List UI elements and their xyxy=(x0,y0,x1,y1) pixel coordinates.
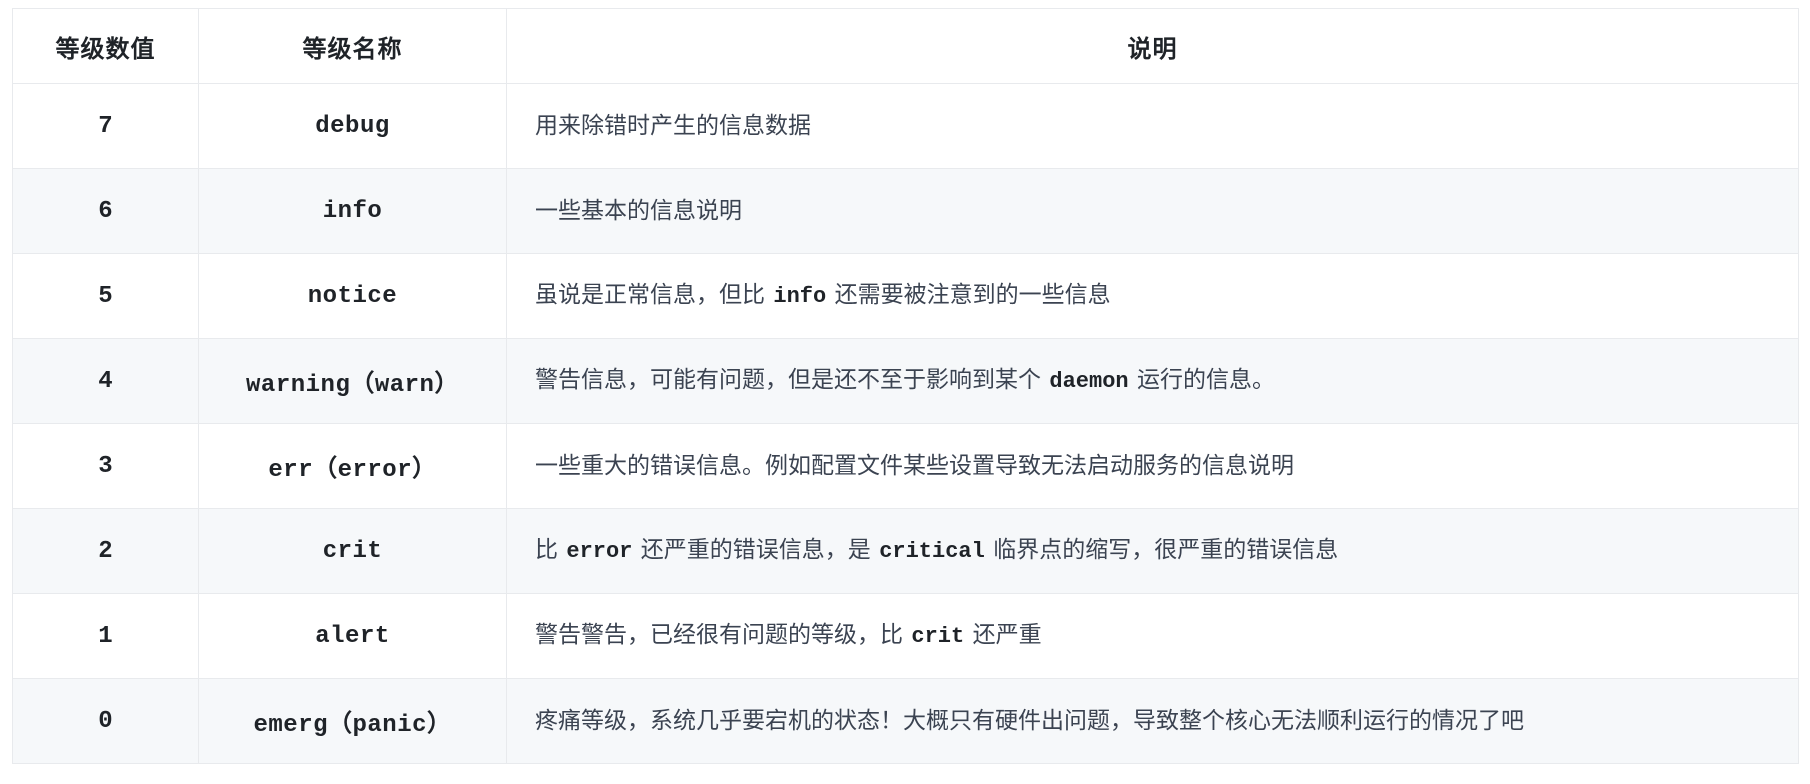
description-text: 运行的信息。 xyxy=(1130,366,1275,393)
cell-description: 用来除错时产生的信息数据 xyxy=(506,83,1799,169)
table-row: 7 debug 用来除错时产生的信息数据 xyxy=(12,83,1799,169)
cell-description: 警告警告，已经很有问题的等级，比 crit 还严重 xyxy=(506,593,1799,679)
cell-description: 比 error 还严重的错误信息，是 critical 临界点的缩写，很严重的错… xyxy=(506,508,1799,594)
description-text: 警告信息，可能有问题，但是还不至于影响到某个 xyxy=(535,366,1048,393)
column-header-description: 说明 xyxy=(506,8,1799,84)
cell-level-name: notice xyxy=(198,253,507,339)
table-row: 0 emerg（panic） 疼痛等级，系统几乎要宕机的状态！大概只有硬件出问题，导… xyxy=(12,678,1799,764)
description-code-token: critical xyxy=(879,539,985,565)
table-row: 3 err（error） 一些重大的错误信息。例如配置文件某些设置导致无法启动服务的… xyxy=(12,423,1799,509)
description-code-token: error xyxy=(566,539,633,565)
table-row: 1 alert 警告警告，已经很有问题的等级，比 crit 还严重 xyxy=(12,593,1799,679)
cell-level-name: warning（warn） xyxy=(198,338,507,424)
description-text: 比 xyxy=(535,536,565,563)
cell-level-value: 0 xyxy=(12,678,199,764)
description-text: 还需要被注意到的一些信息 xyxy=(828,281,1111,308)
description-text: 还严重 xyxy=(966,621,1042,648)
cell-level-value: 6 xyxy=(12,168,199,254)
description-text: 警告警告，已经很有问题的等级，比 xyxy=(535,621,910,648)
cell-level-name: info xyxy=(198,168,507,254)
cell-level-name: crit xyxy=(198,508,507,594)
cell-description: 疼痛等级，系统几乎要宕机的状态！大概只有硬件出问题，导致整个核心无法顺利运行的情… xyxy=(506,678,1799,764)
column-header-level-value: 等级数值 xyxy=(12,8,199,84)
table-row: 2 crit 比 error 还严重的错误信息，是 critical 临界点的缩写，… xyxy=(12,508,1799,594)
description-text: 临界点的缩写，很严重的错误信息 xyxy=(986,536,1339,563)
cell-description: 一些重大的错误信息。例如配置文件某些设置导致无法启动服务的信息说明 xyxy=(506,423,1799,509)
table-body: 7 debug 用来除错时产生的信息数据 6 info 一些基本的信息说明 5 notice 虽… xyxy=(12,83,1799,764)
cell-level-value: 2 xyxy=(12,508,199,594)
cell-level-value: 4 xyxy=(12,338,199,424)
table-row: 4 warning（warn） 警告信息，可能有问题，但是还不至于影响到某个 dae… xyxy=(12,338,1799,424)
table-row: 6 info 一些基本的信息说明 xyxy=(12,168,1799,254)
table-header: 等级数值 等级名称 说明 xyxy=(12,8,1799,84)
cell-level-value: 5 xyxy=(12,253,199,339)
description-text: 一些重大的错误信息。例如配置文件某些设置导致无法启动服务的信息说明 xyxy=(535,452,1294,479)
cell-level-name: debug xyxy=(198,83,507,169)
description-code-token: crit xyxy=(911,624,965,650)
cell-level-value: 1 xyxy=(12,593,199,679)
description-code-token: info xyxy=(773,284,827,310)
cell-level-value: 3 xyxy=(12,423,199,509)
description-text: 一些基本的信息说明 xyxy=(535,197,742,224)
cell-description: 警告信息，可能有问题，但是还不至于影响到某个 daemon 运行的信息。 xyxy=(506,338,1799,424)
cell-level-name: err（error） xyxy=(198,423,507,509)
cell-description: 一些基本的信息说明 xyxy=(506,168,1799,254)
description-code-token: daemon xyxy=(1049,369,1129,395)
log-level-table-container: 等级数值 等级名称 说明 7 debug 用来除错时产生的信息数据 6 info 一些基本… xyxy=(0,0,1810,784)
description-text: 还严重的错误信息，是 xyxy=(634,536,878,563)
description-text: 虽说是正常信息，但比 xyxy=(535,281,772,308)
description-text: 用来除错时产生的信息数据 xyxy=(535,112,811,139)
cell-level-name: emerg（panic） xyxy=(198,678,507,764)
table-header-row: 等级数值 等级名称 说明 xyxy=(12,8,1799,84)
cell-level-name: alert xyxy=(198,593,507,679)
cell-description: 虽说是正常信息，但比 info 还需要被注意到的一些信息 xyxy=(506,253,1799,339)
log-level-table: 等级数值 等级名称 说明 7 debug 用来除错时产生的信息数据 6 info 一些基本… xyxy=(12,8,1799,764)
description-text: 疼痛等级，系统几乎要宕机的状态！大概只有硬件出问题，导致整个核心无法顺利运行的情… xyxy=(535,707,1524,734)
cell-level-value: 7 xyxy=(12,83,199,169)
column-header-level-name: 等级名称 xyxy=(198,8,507,84)
table-row: 5 notice 虽说是正常信息，但比 info 还需要被注意到的一些信息 xyxy=(12,253,1799,339)
